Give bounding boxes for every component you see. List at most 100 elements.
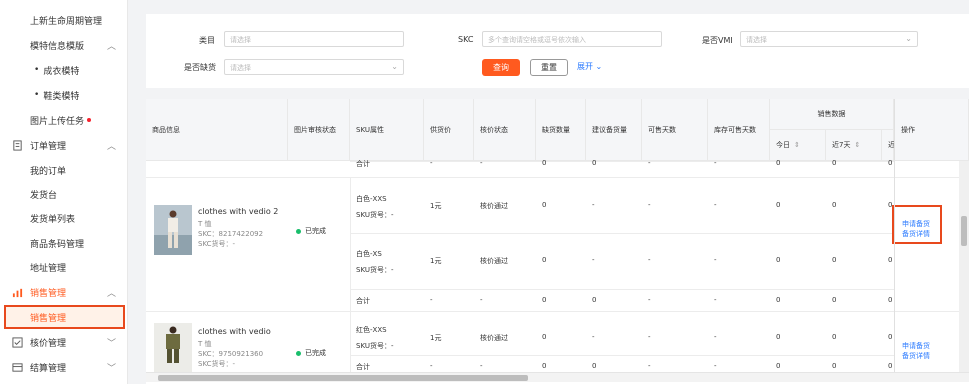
sku-stock-days: - <box>714 201 717 209</box>
image-status-text: 已完成 <box>305 227 326 235</box>
last7-label: 近7天 <box>832 141 851 149</box>
total-stock-days: - <box>714 159 717 167</box>
total-price: - <box>430 296 433 304</box>
product-skc: SKC：9750921360 <box>198 350 264 358</box>
product-thumbnail[interactable] <box>154 205 192 255</box>
total-last7: 0 <box>832 296 837 304</box>
row-divider <box>146 177 959 178</box>
sidebar-item-image-upload[interactable]: 图片上传任务 <box>0 108 128 132</box>
category-label: 类目 <box>199 36 215 45</box>
sku-last30: 0 <box>888 256 893 264</box>
col-last7[interactable]: 近7天 ⇕ <box>826 130 882 161</box>
total-suggested: 0 <box>592 159 597 167</box>
sidebar-item-barcode[interactable]: 商品条码管理 <box>0 231 128 255</box>
sku-no: SKU货号：- <box>356 211 394 219</box>
total-today: 0 <box>776 159 781 167</box>
sidebar-item-label: 上新生命周期管理 <box>30 16 103 27</box>
col-product-info: 商品信息 <box>146 99 288 161</box>
sidebar-item-label: 结算管理 <box>30 363 67 374</box>
sku-suggested: - <box>592 256 595 264</box>
total-stock-days: - <box>714 296 717 304</box>
sku-last30: 0 <box>888 333 893 341</box>
total-last30: 0 <box>888 362 893 370</box>
sku-shortage: 0 <box>542 201 547 209</box>
sku-today: 0 <box>776 333 781 341</box>
bullet-icon: • <box>34 65 40 75</box>
product-name[interactable]: clothes with vedio <box>198 327 271 336</box>
sidebar-item-shoe-model[interactable]: • 鞋类模特 <box>0 83 128 107</box>
skc-input[interactable]: 多个查询请空格或逗号依次输入 <box>482 31 662 47</box>
sidebar-item-orders[interactable]: 订单管理 ︿ <box>0 133 128 157</box>
vertical-scrollbar[interactable] <box>959 161 969 373</box>
sort-icon: ⇕ <box>854 141 861 149</box>
total-suggested: 0 <box>592 296 597 304</box>
vmi-select[interactable]: 请选择 ⌄ <box>740 31 918 47</box>
shortage-label: 是否缺货 <box>184 63 216 72</box>
chevron-up-icon: ︿ <box>106 288 116 299</box>
sidebar-item-model-template[interactable]: 模特信息模版 ︿ <box>0 33 128 57</box>
row-divider <box>146 311 959 312</box>
shortage-placeholder: 请选择 <box>230 64 251 72</box>
product-skc: SKC：8217422092 <box>198 230 264 238</box>
sku-days: - <box>648 333 651 341</box>
settlement-icon <box>12 362 23 372</box>
order-icon <box>13 139 22 151</box>
chevron-up-icon: ︿ <box>106 141 116 152</box>
vmi-placeholder: 请选择 <box>746 36 767 44</box>
sidebar-item-label: 商品条码管理 <box>30 239 85 250</box>
col-stock-days: 库存可售天数 <box>708 99 770 161</box>
product-name[interactable]: clothes with vedio 2 <box>198 207 278 216</box>
col-supply-price: 供货价 <box>424 99 474 161</box>
total-review: - <box>480 296 483 304</box>
sku-today: 0 <box>776 201 781 209</box>
sku-shortage: 0 <box>542 256 547 264</box>
sidebar-item-sales-management[interactable]: 销售管理 <box>4 305 125 329</box>
shortage-select[interactable]: 请选择 ⌄ <box>224 59 404 75</box>
scrollbar-thumb[interactable] <box>961 216 967 246</box>
col-today[interactable]: 今日 ⇕ <box>770 130 826 161</box>
sort-icon: ⇕ <box>794 141 800 149</box>
product-thumbnail[interactable] <box>154 323 192 373</box>
main-content: 类目 请选择 SKC 多个查询请空格或逗号依次输入 是否VMI 请选择 ⌄ 是否缺… <box>146 14 969 384</box>
sidebar-item-lifecycle[interactable]: 上新生命周期管理 <box>0 8 128 32</box>
sidebar-item-shipping-list[interactable]: 发货单列表 <box>0 206 128 230</box>
sku-price: 1元 <box>430 334 442 342</box>
filter-panel: 类目 请选择 SKC 多个查询请空格或逗号依次输入 是否VMI 请选择 ⌄ 是否缺… <box>146 14 969 88</box>
category-select[interactable]: 请选择 <box>224 31 404 47</box>
sidebar-item-shipping-desk[interactable]: 发货台 <box>0 182 128 206</box>
sku-review: 核价通过 <box>480 202 508 210</box>
apply-stock-link[interactable]: 申请备货 <box>902 219 930 229</box>
stock-detail-link[interactable]: 备货详情 <box>902 351 930 361</box>
sidebar-item-label: 订单管理 <box>30 141 67 152</box>
total-last30: 0 <box>888 296 893 304</box>
sidebar-item-label: 模特信息模版 <box>30 41 85 52</box>
sku-last7: 0 <box>832 333 837 341</box>
sidebar-item-sales[interactable]: 销售管理 ︿ <box>0 280 128 304</box>
chevron-down-icon: ﹀ <box>106 363 116 374</box>
query-button[interactable]: 查询 <box>482 59 520 76</box>
sku-shortage: 0 <box>542 333 547 341</box>
vmi-label: 是否VMI <box>702 36 733 45</box>
total-last7: 0 <box>832 362 837 370</box>
col-actions: 操作 <box>894 99 969 161</box>
image-status-text: 已完成 <box>305 349 326 357</box>
sku-last7: 0 <box>832 256 837 264</box>
expand-link[interactable]: 展开 ⌄ <box>577 61 602 72</box>
reset-button[interactable]: 重置 <box>530 59 568 76</box>
sku-days: - <box>648 201 651 209</box>
sku-attr: 白色-XS <box>356 250 382 258</box>
sidebar-item-settlement[interactable]: 结算管理 ﹀ <box>0 355 128 379</box>
sku-attr: 红色-XXS <box>356 326 387 334</box>
sidebar-item-apparel-model[interactable]: • 成衣模特 <box>0 58 128 82</box>
sidebar-item-address[interactable]: 地址管理 <box>0 255 128 279</box>
row-divider <box>350 355 894 356</box>
sku-price: 1元 <box>430 202 442 210</box>
stock-detail-link[interactable]: 备货详情 <box>902 229 930 239</box>
divider <box>350 177 351 311</box>
apply-stock-link[interactable]: 申请备货 <box>902 341 930 351</box>
horizontal-scrollbar[interactable] <box>146 372 969 382</box>
sidebar-item-my-orders[interactable]: 我的订单 <box>0 158 128 182</box>
scrollbar-thumb[interactable] <box>158 375 528 381</box>
total-stock-days: - <box>714 362 717 370</box>
sidebar-item-pricing[interactable]: 核价管理 ﹀ <box>0 330 128 354</box>
